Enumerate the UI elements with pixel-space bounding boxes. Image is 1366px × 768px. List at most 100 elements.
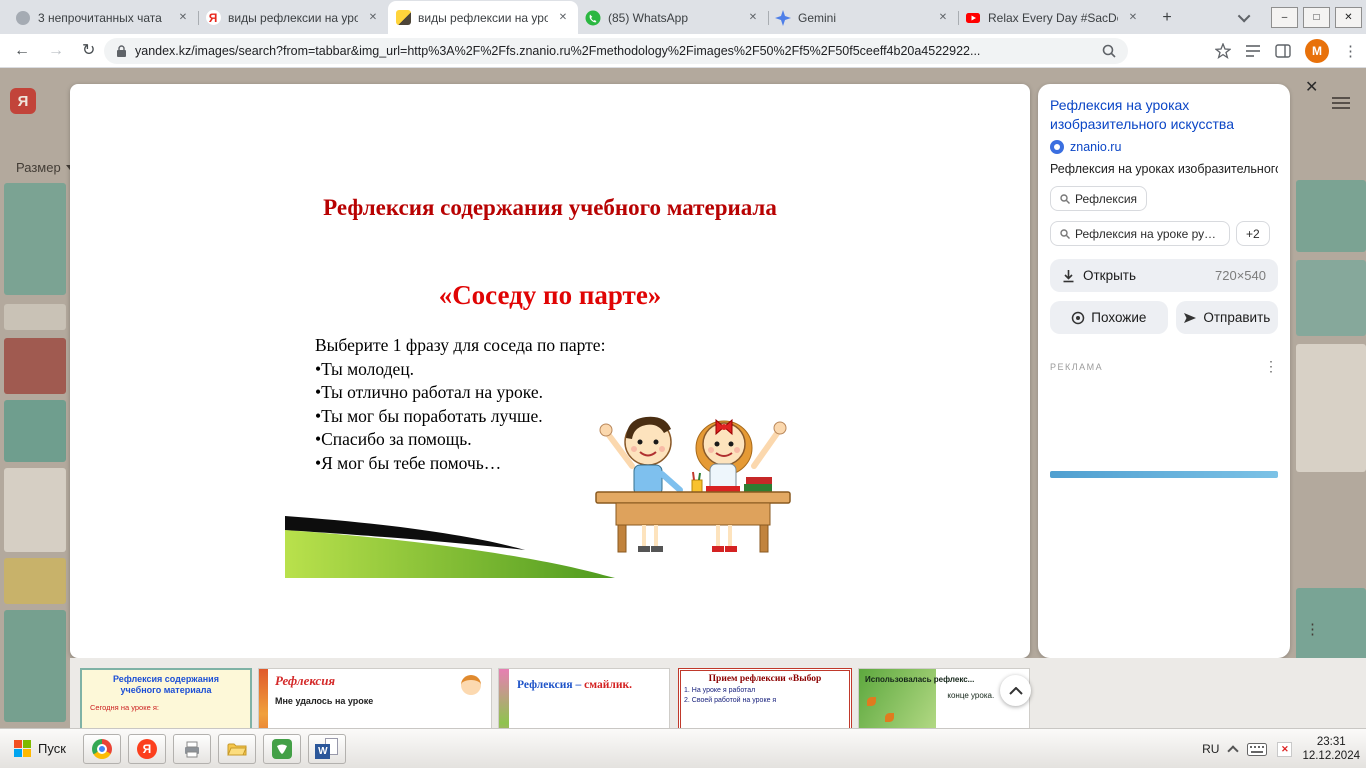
dimmed-thumbnail (1296, 260, 1366, 336)
taskbar-printer-button[interactable] (173, 734, 211, 764)
tab-close-icon[interactable]: ✕ (745, 10, 761, 26)
thumbnail-decoration (499, 669, 509, 728)
profile-avatar[interactable]: M (1305, 39, 1329, 63)
tab-close-icon[interactable]: ✕ (555, 10, 571, 26)
related-thumbnail[interactable]: Рефлексия Мне удалось на уроке (258, 668, 492, 728)
tab-close-icon[interactable]: ✕ (175, 10, 191, 26)
dimmed-thumbnail (4, 400, 66, 462)
folder-icon (227, 741, 247, 757)
tab-yandex-images-active[interactable]: виды рефлексии на урок ✕ (388, 1, 578, 34)
side-panel-icon[interactable] (1275, 44, 1291, 58)
youtube-icon (965, 10, 981, 26)
tab-close-icon[interactable]: ✕ (365, 10, 381, 26)
taskbar-chrome-button[interactable] (83, 734, 121, 764)
tab-chats[interactable]: 3 непрочитанных чата ✕ (8, 1, 198, 34)
tab-youtube[interactable]: Relax Every Day #SacDep ✕ (958, 1, 1148, 34)
dimmed-thumbnail (4, 558, 66, 604)
send-button[interactable]: Отправить (1176, 301, 1278, 334)
leaf-decoration (867, 697, 876, 706)
reading-list-icon[interactable] (1245, 44, 1261, 58)
reload-button[interactable]: ↻ (82, 43, 95, 59)
forward-button[interactable]: → (48, 43, 64, 59)
taskbar-word-button[interactable]: W (308, 734, 346, 764)
yandex-images-favicon-icon (395, 10, 411, 26)
windows-logo-icon (14, 740, 31, 757)
window-close-button[interactable]: ✕ (1335, 7, 1362, 28)
new-tab-button[interactable]: + (1154, 5, 1180, 31)
tab-yandex-search[interactable]: Я виды рефлексии на урок ✕ (198, 1, 388, 34)
window-maximize-button[interactable]: □ (1303, 7, 1330, 28)
ad-menu-kebab-icon[interactable]: ⋮ (1264, 358, 1278, 375)
keyboard-icon[interactable] (1247, 743, 1267, 756)
related-thumbnail[interactable]: Рефлексия содержания учебного материала … (80, 668, 252, 728)
tag-chip[interactable]: Рефлексия (1050, 186, 1147, 211)
dimmed-thumbnail (4, 468, 66, 552)
windows-taskbar: Пуск Я W RU ✕ 23:31 12.12.2024 (0, 728, 1366, 768)
page-favicon-icon (15, 10, 31, 26)
similar-icon (1071, 311, 1085, 325)
printer-icon (182, 740, 202, 758)
tab-search-chevron-icon[interactable] (1238, 9, 1251, 22)
tab-gemini[interactable]: Gemini ✕ (768, 1, 958, 34)
source-site-link[interactable]: znanio.ru (1050, 140, 1278, 154)
search-icon (1060, 194, 1070, 204)
children-at-desk-illustration (588, 396, 798, 561)
ad-loading-bar (1050, 471, 1278, 478)
send-arrow-icon (1183, 312, 1197, 324)
lock-icon (116, 45, 127, 58)
whatsapp-icon (585, 10, 601, 26)
system-tray: RU ✕ 23:31 12.12.2024 (1202, 729, 1360, 768)
tray-status-icon[interactable]: ✕ (1277, 742, 1292, 757)
yandex-browser-icon: Я (137, 739, 157, 759)
search-icon (1060, 229, 1070, 239)
window-minimize-button[interactable]: – (1271, 7, 1298, 28)
tab-close-icon[interactable]: ✕ (1125, 10, 1141, 26)
ad-label: РЕКЛАМА (1050, 362, 1103, 372)
back-button[interactable]: ← (14, 43, 30, 59)
image-description: Рефлексия на уроках изобразительного иск… (1050, 162, 1278, 176)
taskbar-yandex-button[interactable]: Я (128, 734, 166, 764)
hamburger-menu-icon (1332, 94, 1350, 112)
close-viewer-button[interactable]: ✕ (1305, 80, 1318, 96)
browser-menu-kebab-icon[interactable]: ⋮ (1343, 42, 1358, 60)
image-resolution: 720×540 (1215, 268, 1266, 283)
word-icon: W (315, 738, 338, 759)
tray-chevron-up-icon[interactable] (1228, 745, 1239, 756)
tab-whatsapp[interactable]: (85) WhatsApp ✕ (578, 1, 768, 34)
search-icon[interactable] (1102, 44, 1116, 58)
windjview-icon (272, 739, 292, 759)
image-title-link[interactable]: Рефлексия на уроках изобразительного иск… (1050, 96, 1278, 133)
taskbar-folder-button[interactable] (218, 734, 256, 764)
chrome-icon (92, 739, 112, 759)
dimmed-thumbnail (4, 304, 66, 330)
thumbnail-decoration (259, 669, 268, 728)
yandex-images-page: Я Размер ⋮ ✕ Рефлексия содержания учебно… (0, 68, 1366, 728)
similar-images-button[interactable]: Похожие (1050, 301, 1168, 334)
bookmark-star-icon[interactable] (1215, 43, 1231, 59)
dimmed-kebab-icon: ⋮ (1305, 620, 1320, 638)
related-thumbnail[interactable]: Рефлексия – смайлик. (498, 668, 670, 728)
dimmed-thumbnail (1296, 180, 1366, 252)
open-image-button[interactable]: Открыть 720×540 (1050, 259, 1278, 292)
dimmed-thumbnail (4, 610, 66, 722)
collapse-strip-button[interactable] (1000, 675, 1031, 706)
chevron-up-icon (1009, 687, 1023, 695)
thumbnail-girl-illustration (461, 675, 481, 695)
language-indicator[interactable]: RU (1202, 742, 1219, 756)
related-thumbnail[interactable]: Прием рефлексии «Выбор 1. На уроке я раб… (678, 668, 852, 728)
start-button[interactable]: Пуск (4, 734, 76, 764)
dimmed-thumbnail (1296, 344, 1366, 472)
url-text: yandex.kz/images/search?from=tabbar&img_… (135, 44, 1094, 58)
taskbar-clock[interactable]: 23:31 12.12.2024 (1302, 735, 1360, 763)
slide-title: Рефлексия содержания учебного материала (320, 192, 780, 223)
address-bar[interactable]: yandex.kz/images/search?from=tabbar&img_… (104, 38, 1128, 64)
slide-subtitle: «Соседу по парте» (320, 280, 780, 311)
tab-close-icon[interactable]: ✕ (935, 10, 951, 26)
tag-chip[interactable]: Рефлексия на уроке русского я... (1050, 221, 1230, 246)
size-filter-dropdown: Размер (16, 160, 74, 175)
tag-more-chip[interactable]: +2 (1236, 221, 1270, 246)
taskbar-windjview-button[interactable] (263, 734, 301, 764)
image-info-panel: Рефлексия на уроках изобразительного иск… (1038, 84, 1290, 658)
dimmed-thumbnail (4, 183, 66, 295)
znanio-favicon-icon (1050, 140, 1064, 154)
